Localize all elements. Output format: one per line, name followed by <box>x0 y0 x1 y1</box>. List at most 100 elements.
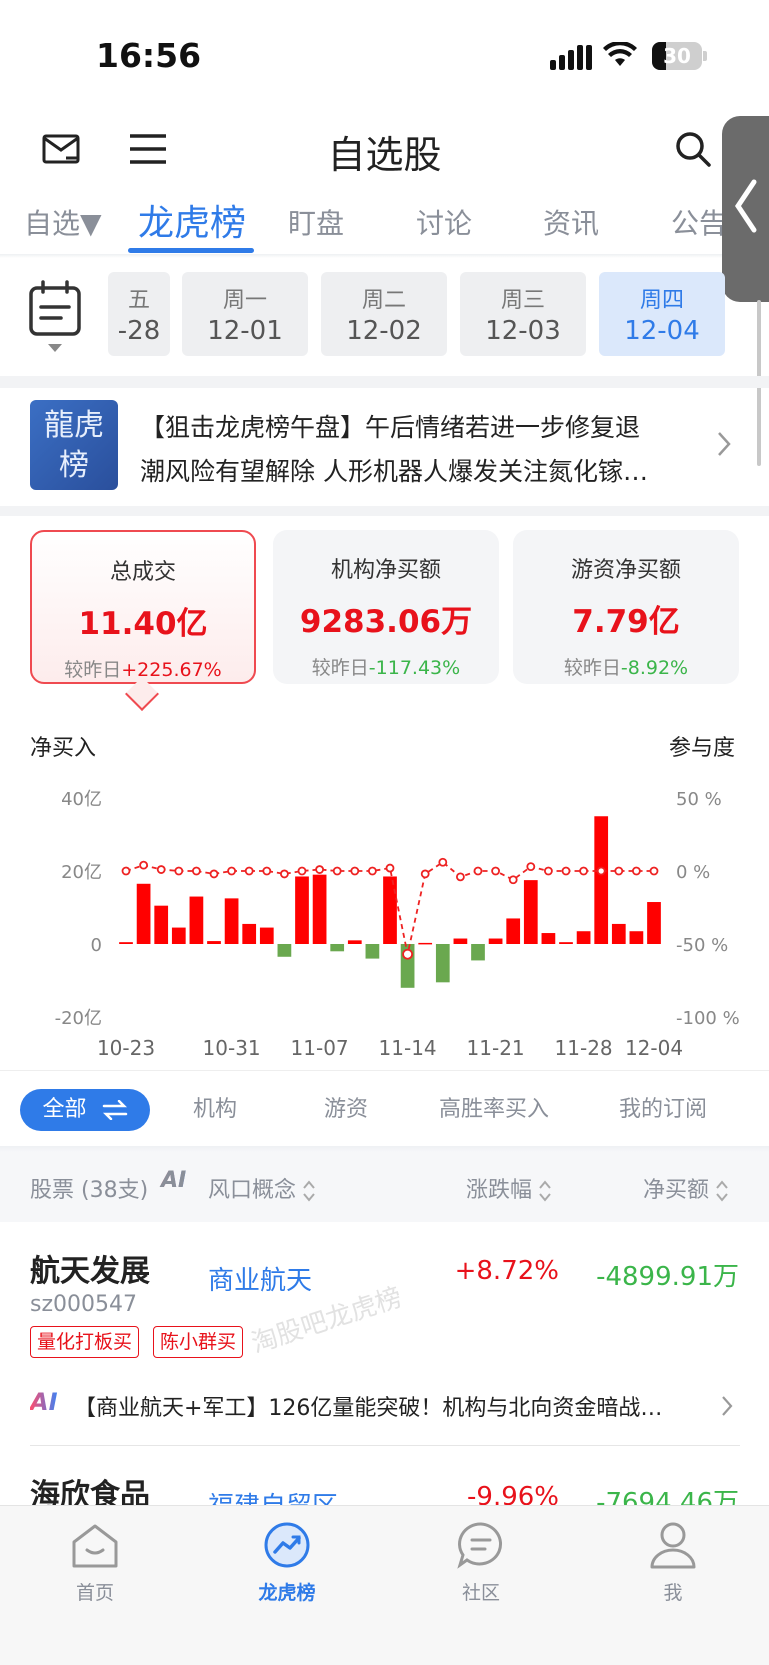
participation-point <box>156 865 166 874</box>
participation-point <box>579 866 588 876</box>
tab-watchlist[interactable]: 自选▼ <box>24 202 102 242</box>
chart-bar <box>594 816 609 944</box>
x-tick-label: 11-21 <box>467 1036 525 1060</box>
chart-right-title: 参与度 <box>669 736 736 761</box>
x-tick-label: 12-04 <box>625 1036 683 1060</box>
tab-discussion[interactable]: 讨论 <box>416 202 472 242</box>
date-chip-mon[interactable]: 周一 12-01 <box>182 272 308 356</box>
date-value: 12-01 <box>207 316 283 346</box>
participation-point <box>315 865 325 874</box>
net-buy-chart[interactable]: 40亿 20亿 0 -20亿 50 % 0 % -50 % -100 % 10-23 10-31 1… <box>0 780 769 1060</box>
card-institution-net[interactable]: 机构净买额 9283.06万 较昨日-117.43% <box>273 530 499 684</box>
nav-label: 龙虎榜 <box>258 1582 316 1604</box>
tab-announcements[interactable]: 公告 <box>671 202 727 242</box>
participation-point <box>279 869 289 879</box>
filter-hot-money[interactable]: 游资 <box>324 1089 368 1131</box>
date-chip-tue[interactable]: 周二 12-02 <box>321 272 447 356</box>
participation-point <box>420 869 430 879</box>
participation-point <box>332 866 342 876</box>
top-header: 自选股 <box>0 110 769 190</box>
search-icon[interactable] <box>674 130 712 168</box>
date-selector: 五 -28 周一 12-01 周二 12-02 周三 12-03 周四 12-0… <box>0 262 769 374</box>
filter-my-subscription[interactable]: 我的订阅 <box>619 1089 707 1131</box>
news-banner[interactable]: 龍虎榜 【狙击龙虎榜午盘】午后情绪若进一步修复退 潮风险有望解除 人形机器人爆发… <box>0 388 769 504</box>
participation-point <box>649 866 659 876</box>
chevron-left-icon <box>734 179 757 233</box>
wifi-icon <box>603 42 637 66</box>
header-concept[interactable]: 风口概念 <box>208 1172 316 1204</box>
chart-bar <box>418 942 433 945</box>
date-chip-wed[interactable]: 周三 12-03 <box>460 272 586 356</box>
tag-quant[interactable]: 量化打板买 <box>30 1326 140 1358</box>
compare-label: 较昨日 <box>563 657 621 679</box>
card-total-volume[interactable]: 总成交 11.40亿 较昨日+225.67% <box>30 530 256 684</box>
battery-level: 30 <box>663 44 691 68</box>
participation-point <box>385 863 395 873</box>
ai-icon[interactable]: AI <box>161 1168 186 1193</box>
user-icon <box>650 1522 696 1569</box>
y-left-tick-label: -20亿 <box>55 1008 102 1029</box>
header-net-buy[interactable]: 净买额 <box>643 1172 729 1204</box>
date-chip-prev[interactable]: 五 -28 <box>108 272 170 356</box>
bottom-navigation: 首页 龙虎榜 社区 我 <box>0 1505 769 1665</box>
card-label: 机构净买额 <box>330 558 441 583</box>
nav-label: 我 <box>663 1582 683 1604</box>
participation-point <box>614 866 624 876</box>
participation-point <box>561 866 571 876</box>
chart-bar <box>523 880 538 944</box>
y-left-tick-label: 0 <box>91 935 102 956</box>
calendar-icon[interactable] <box>28 280 84 356</box>
tab-news[interactable]: 资讯 <box>543 202 599 242</box>
y-right-tick-label: 50 % <box>676 789 722 810</box>
participation-point <box>227 866 237 876</box>
filter-all[interactable]: 全部 <box>20 1089 150 1131</box>
chart-bar <box>453 938 468 944</box>
stock-concept[interactable]: 商业航天 <box>208 1260 312 1297</box>
x-tick-label: 10-31 <box>203 1036 261 1060</box>
tag-trader[interactable]: 陈小群买 <box>153 1326 244 1358</box>
card-hot-money-net[interactable]: 游资净买额 7.79亿 较昨日-8.92% <box>513 530 739 684</box>
date-chip-thu[interactable]: 周四 12-04 <box>599 272 725 356</box>
participation-point <box>491 866 501 876</box>
chart-bar <box>277 944 292 957</box>
tab-monitor[interactable]: 盯盘 <box>288 202 344 242</box>
x-tick-label: 11-07 <box>291 1036 349 1060</box>
nav-dragon-tiger[interactable]: 龙虎榜 <box>232 1520 342 1605</box>
chart-bar <box>576 931 591 944</box>
filter-institution[interactable]: 机构 <box>193 1089 237 1131</box>
card-value: 7.79亿 <box>572 604 680 640</box>
chart-bar <box>136 883 151 944</box>
date-weekday: 周一 <box>222 288 267 313</box>
y-right-tick-label: 0 % <box>676 862 710 883</box>
stock-net-buy: -7694.46万 <box>596 1488 739 1505</box>
stock-change: -9.96% <box>467 1482 559 1505</box>
chart-bar <box>154 905 169 944</box>
home-icon <box>72 1524 118 1568</box>
y-right-tick-label: -100 % <box>676 1008 740 1029</box>
y-left-tick-label: 40亿 <box>61 789 102 810</box>
stock-concept[interactable]: 福建自贸区 <box>208 1486 338 1505</box>
participation-point <box>350 866 360 876</box>
ai-icon: AI <box>30 1388 58 1416</box>
ai-analysis-note[interactable]: AI 【商业航天+军工】126亿量能突破！机构与北向资金暗战… <box>30 1388 740 1428</box>
header-change[interactable]: 涨跌幅 <box>466 1172 552 1204</box>
date-weekday: 周三 <box>500 288 545 313</box>
compare-change: +225.67% <box>121 659 222 681</box>
tab-dragon-tiger[interactable]: 龙虎榜 <box>138 194 246 246</box>
filter-high-winrate[interactable]: 高胜率买入 <box>439 1089 549 1131</box>
chart-bar <box>435 944 450 983</box>
compare-label: 较昨日 <box>311 657 369 679</box>
participation-point <box>174 866 184 876</box>
chart-left-title: 净买入 <box>30 736 97 761</box>
chart-bar <box>647 902 661 944</box>
participation-point <box>209 869 219 879</box>
chevron-right-icon <box>718 432 731 456</box>
sort-icon <box>539 1180 551 1202</box>
chevron-right-icon <box>722 1396 733 1416</box>
nav-me[interactable]: 我 <box>618 1520 728 1605</box>
news-headline-line2: 潮风险有望解除 人形机器人爆发关注氮化镓… <box>140 457 648 486</box>
nav-community[interactable]: 社区 <box>426 1520 536 1605</box>
stock-row[interactable]: 海欣食品 福建自贸区 -9.96% -7694.46万 <box>0 1464 769 1505</box>
chart-bar <box>312 874 327 944</box>
nav-home[interactable]: 首页 <box>40 1520 150 1605</box>
